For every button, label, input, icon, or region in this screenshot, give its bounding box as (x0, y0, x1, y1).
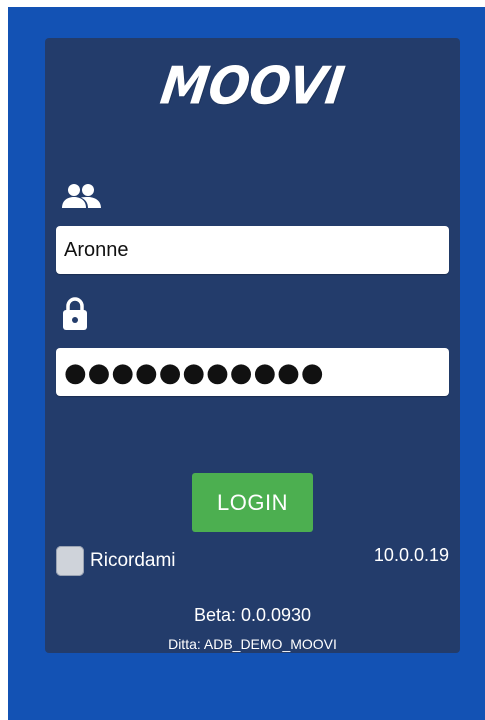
remember-checkbox[interactable] (56, 546, 84, 576)
app-background: MOOVI Aronne ●●●●●●●●●●● LOGIN Ricordami… (8, 7, 485, 720)
remember-me[interactable]: Ricordami (56, 546, 176, 576)
password-field[interactable]: ●●●●●●●●●●● (56, 348, 449, 396)
ip-address: 10.0.0.19 (373, 545, 449, 565)
app-logo: MOOVI (156, 55, 349, 117)
username-value: Aronne (64, 238, 129, 261)
users-icon (62, 184, 101, 208)
remember-label: Ricordami (90, 550, 176, 571)
login-button[interactable]: LOGIN (192, 473, 313, 532)
password-masked-value: ●●●●●●●●●●● (64, 358, 325, 388)
beta-version: Beta: 0.0.0930 (193, 605, 312, 625)
lock-icon (63, 297, 87, 330)
company-name: Ditta: ADB_DEMO_MOOVI (168, 636, 337, 652)
login-button-label: LOGIN (217, 489, 288, 515)
username-field[interactable]: Aronne (56, 226, 449, 274)
login-panel: MOOVI Aronne ●●●●●●●●●●● LOGIN Ricordami… (45, 38, 460, 653)
